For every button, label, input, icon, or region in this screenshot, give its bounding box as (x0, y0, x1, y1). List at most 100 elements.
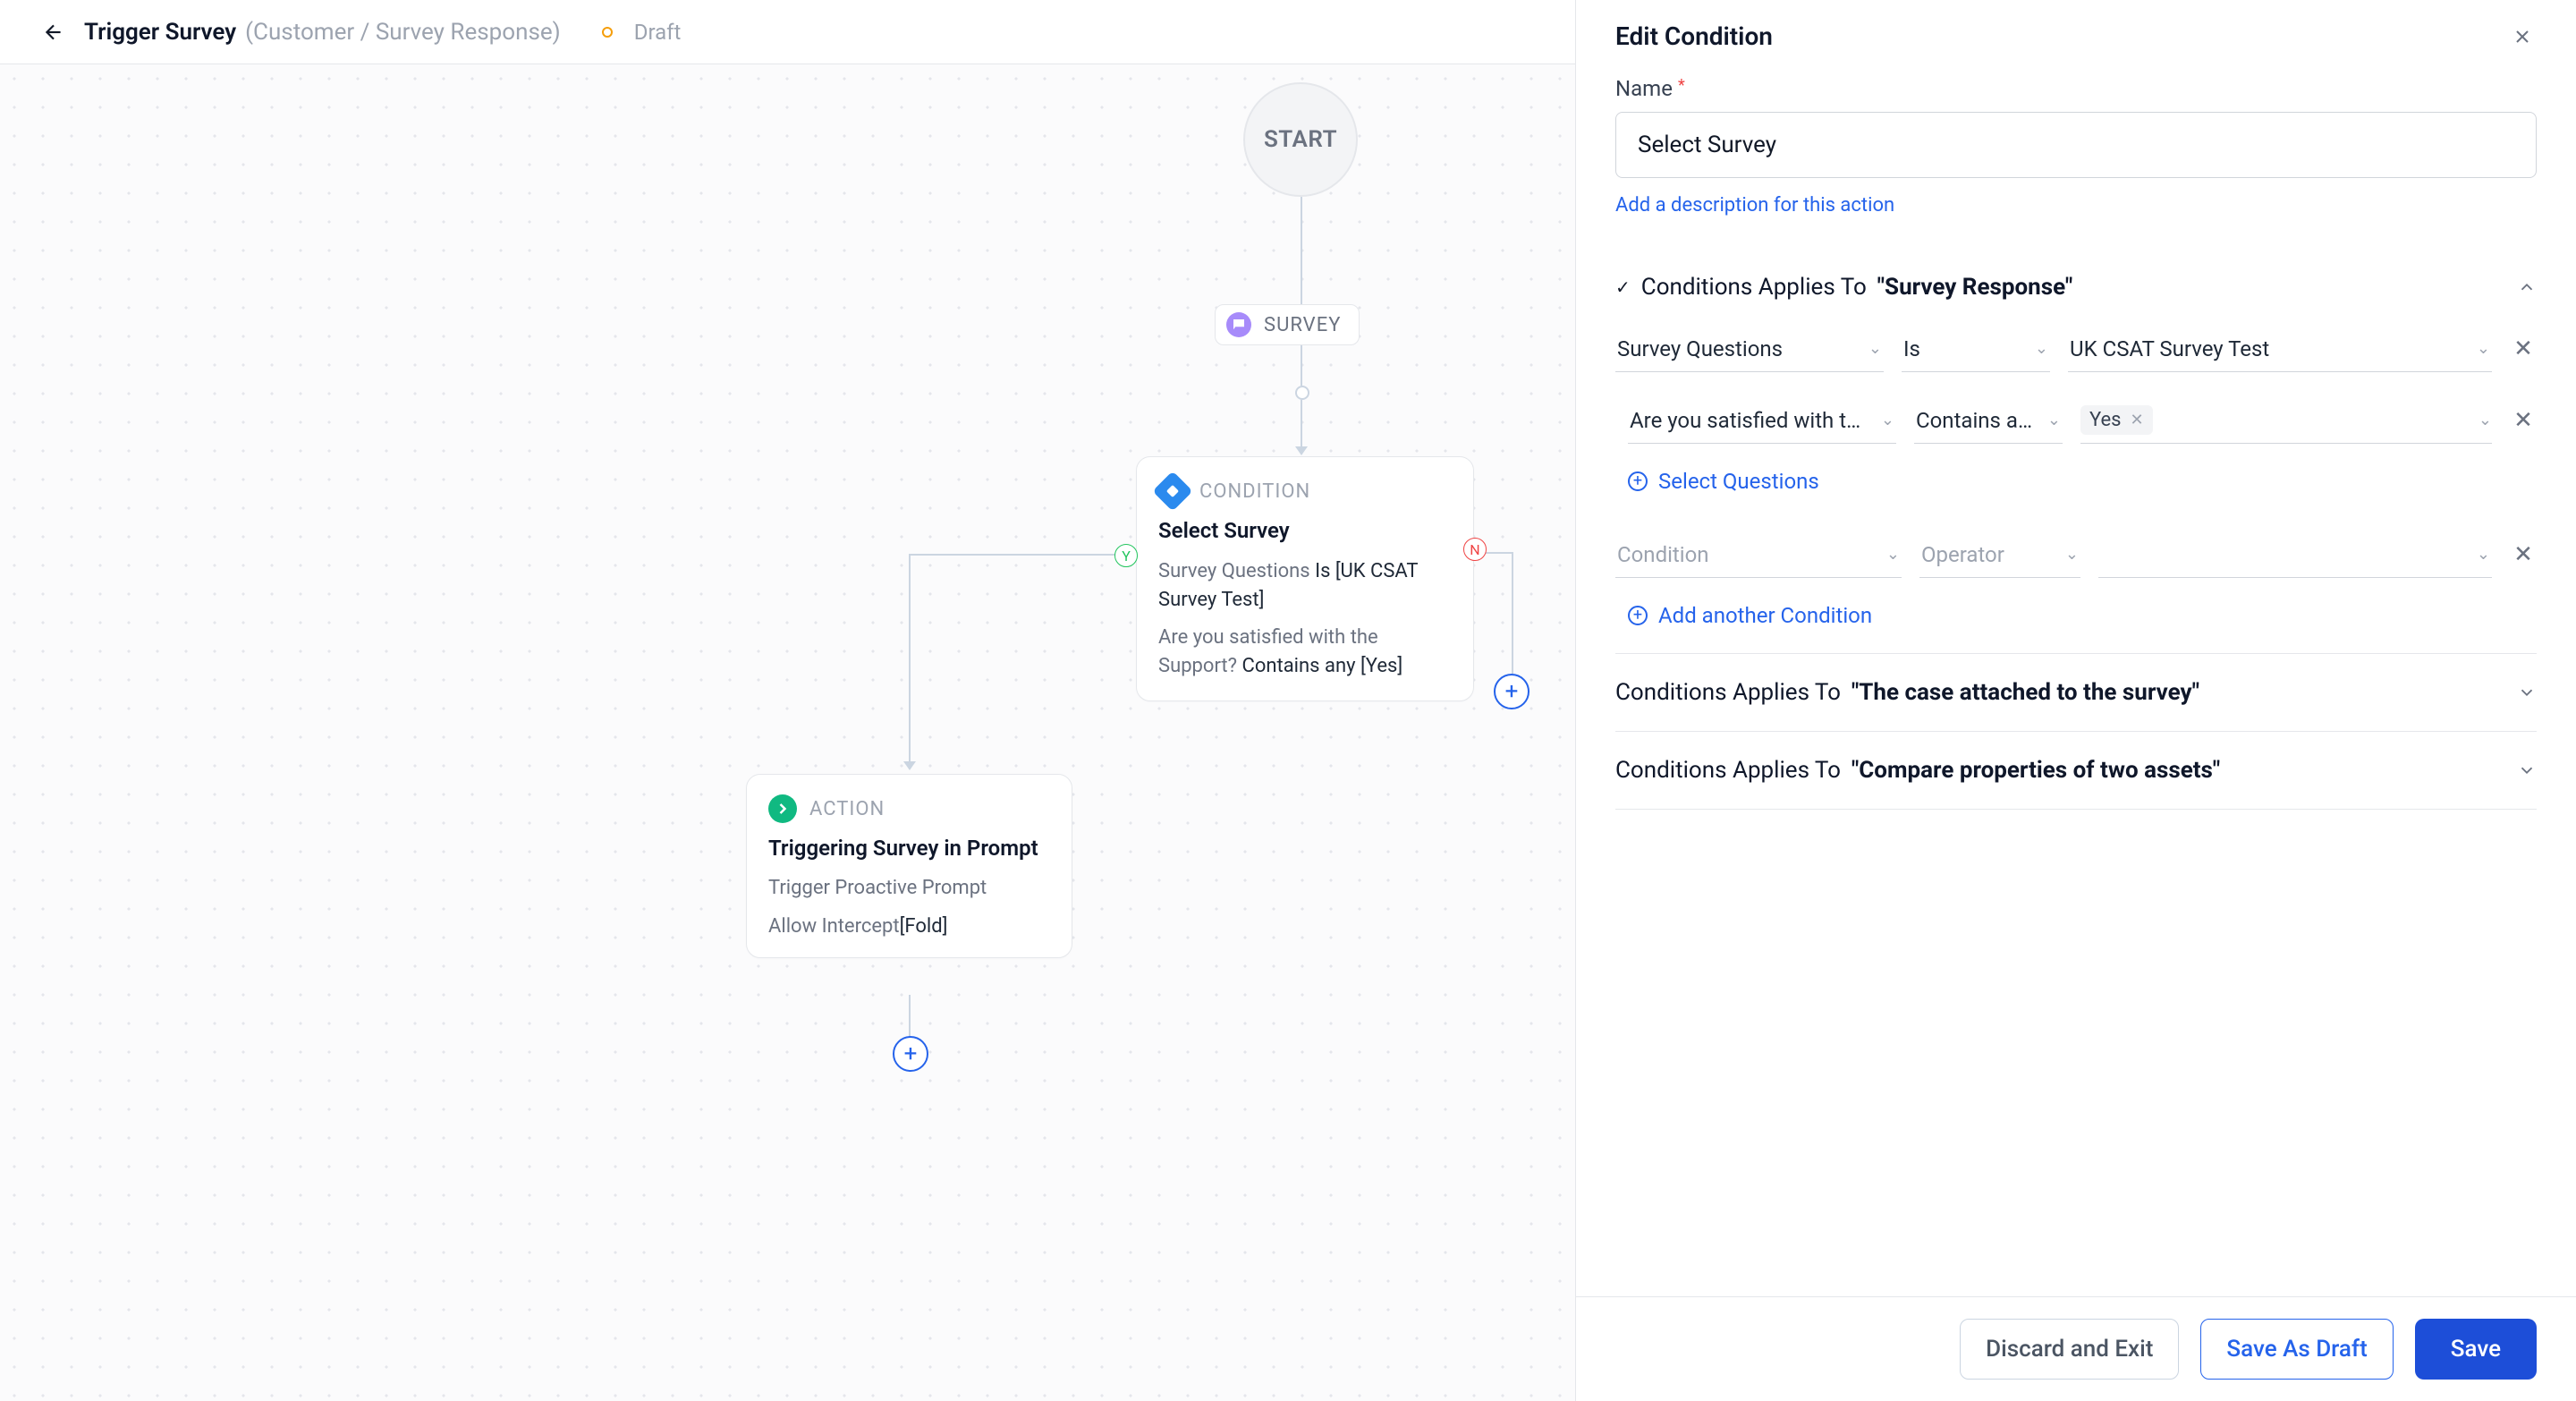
section-target: "The case attached to the survey" (1852, 679, 2199, 706)
back-button[interactable] (39, 18, 68, 47)
dropdown-value: Is (1903, 336, 1920, 361)
connector (909, 554, 911, 761)
check-icon: ✓ (1615, 276, 1631, 298)
condition-field-select[interactable]: Survey Questions ⌄ (1615, 326, 1884, 372)
node-type-label: CONDITION (1199, 480, 1310, 503)
section-toggle-survey-response[interactable]: ✓ Conditions Applies To "Survey Response… (1615, 274, 2537, 301)
discard-button[interactable]: Discard and Exit (1960, 1319, 2179, 1380)
connector (909, 554, 1136, 556)
add-condition-link[interactable]: + Add another Condition (1615, 603, 2537, 628)
chevron-down-icon: ⌄ (2479, 411, 2492, 429)
panel-footer: Discard and Exit Save As Draft Save (1576, 1296, 2576, 1401)
condition-value-chips[interactable]: Yes ✕ ⌄ (2080, 397, 2492, 444)
section-prefix: Conditions Applies To (1641, 274, 1867, 301)
link-text: Select Questions (1658, 469, 1819, 494)
section-toggle-case-attached[interactable]: Conditions Applies To "The case attached… (1615, 679, 2537, 706)
add-node-button-no-branch[interactable]: + (1494, 674, 1530, 709)
close-panel-button[interactable] (2508, 22, 2537, 51)
save-draft-button[interactable]: Save As Draft (2200, 1319, 2393, 1380)
chevron-down-icon: ⌄ (2477, 339, 2490, 358)
flow-action-node[interactable]: ACTION Triggering Survey in Prompt Trigg… (746, 774, 1072, 958)
arrowhead-icon (903, 761, 916, 770)
page-header: Trigger Survey (Customer / Survey Respon… (0, 0, 1575, 64)
status-dot-icon (602, 27, 613, 38)
chevron-down-icon: ⌄ (2047, 411, 2061, 429)
flow-start-node[interactable]: START (1243, 82, 1358, 197)
chevron-down-icon: ⌄ (2477, 545, 2490, 564)
node-type-label: ACTION (809, 798, 885, 820)
section-survey-response: ✓ Conditions Applies To "Survey Response… (1615, 249, 2537, 654)
chevron-down-icon: ⌄ (2035, 339, 2048, 358)
dropdown-placeholder (2100, 542, 2106, 567)
chevron-down-icon (2517, 683, 2537, 702)
name-input[interactable] (1615, 112, 2537, 178)
chevron-down-icon: ⌄ (1886, 545, 1900, 564)
section-target: "Compare properties of two assets" (1852, 757, 2220, 784)
chevron-down-icon (2517, 760, 2537, 780)
condition-operator-select[interactable]: Contains any ⌄ (1914, 397, 2063, 444)
condition-value-select[interactable]: UK CSAT Survey Test ⌄ (2068, 326, 2492, 372)
link-text: Add another Condition (1658, 603, 1872, 628)
section-target: "Survey Response" (1877, 274, 2072, 301)
dropdown-value: Survey Questions (1617, 336, 1783, 361)
dropdown-placeholder: Operator (1921, 542, 2004, 567)
remove-condition-button[interactable]: ✕ (2510, 397, 2537, 444)
section-prefix: Conditions Applies To (1615, 679, 1841, 706)
condition-operator-select[interactable]: Is ⌄ (1902, 326, 2050, 372)
action-row-2-prefix: Allow Intercept (768, 915, 900, 938)
value-chip[interactable]: Yes ✕ (2080, 405, 2153, 435)
flow-start-label: START (1264, 126, 1337, 153)
action-row-2-value: [Fold] (900, 915, 948, 938)
condition-field-select[interactable]: Condition ⌄ (1615, 531, 1902, 578)
branch-yes: Y (1114, 544, 1138, 567)
add-description-link[interactable]: Add a description for this action (1615, 194, 1894, 217)
arrow-left-icon (42, 21, 65, 44)
dropdown-value: Are you satisfied with t… (1630, 408, 1860, 433)
chip-remove-icon[interactable]: ✕ (2131, 411, 2144, 429)
condition-field-select[interactable]: Are you satisfied with t… ⌄ (1628, 397, 1896, 444)
flow-survey-label: SURVEY (1264, 314, 1341, 336)
connector (1512, 552, 1513, 674)
chevron-down-icon: ⌄ (1868, 339, 1882, 358)
dropdown-value: Contains any (1916, 408, 2038, 433)
condition-value-select[interactable]: ⌄ (2098, 531, 2492, 578)
page-title: Trigger Survey (84, 19, 236, 46)
chevron-up-icon (2517, 277, 2537, 297)
chat-bubble-icon (1226, 312, 1251, 337)
connector (909, 995, 911, 1038)
action-title: Triggering Survey in Prompt (768, 836, 1050, 861)
add-node-button-action-branch[interactable]: + (893, 1036, 928, 1072)
flow-survey-node[interactable]: SURVEY (1215, 304, 1360, 345)
section-compare-assets: Conditions Applies To "Compare propertie… (1615, 732, 2537, 810)
connector (1301, 197, 1302, 304)
chip-text: Yes (2089, 409, 2122, 431)
required-asterisk: * (1678, 78, 1685, 94)
section-prefix: Conditions Applies To (1615, 757, 1841, 784)
chevron-down-icon: ⌄ (2065, 545, 2079, 564)
condition-line1-prefix: Survey Questions (1158, 560, 1315, 582)
save-button[interactable]: Save (2415, 1319, 2537, 1380)
close-icon (2512, 26, 2533, 47)
branch-no: N (1463, 538, 1487, 561)
flow-joint (1295, 386, 1309, 400)
name-label-text: Name (1615, 76, 1673, 101)
condition-operator-select[interactable]: Operator ⌄ (1919, 531, 2080, 578)
dropdown-value: UK CSAT Survey Test (2070, 336, 2269, 361)
condition-title: Select Survey (1158, 518, 1452, 543)
plus-circle-icon: + (1628, 606, 1648, 625)
connector (1301, 400, 1302, 446)
status-label: Draft (634, 20, 682, 45)
page-subtitle: (Customer / Survey Response) (245, 19, 561, 46)
arrowhead-icon (1295, 446, 1308, 455)
flow-condition-node[interactable]: CONDITION Select Survey Survey Questions… (1136, 456, 1474, 701)
name-field-label: Name * (1615, 76, 2537, 101)
remove-condition-button[interactable]: ✕ (2510, 531, 2537, 578)
section-toggle-compare-assets[interactable]: Conditions Applies To "Compare propertie… (1615, 757, 2537, 784)
diamond-icon (1152, 471, 1192, 511)
page-title-block: Trigger Survey (Customer / Survey Respon… (84, 19, 561, 46)
arrow-right-circle-icon (768, 794, 797, 823)
plus-circle-icon: + (1628, 471, 1648, 491)
section-case-attached: Conditions Applies To "The case attached… (1615, 654, 2537, 732)
select-questions-link[interactable]: + Select Questions (1615, 469, 2537, 494)
remove-condition-button[interactable]: ✕ (2510, 326, 2537, 372)
